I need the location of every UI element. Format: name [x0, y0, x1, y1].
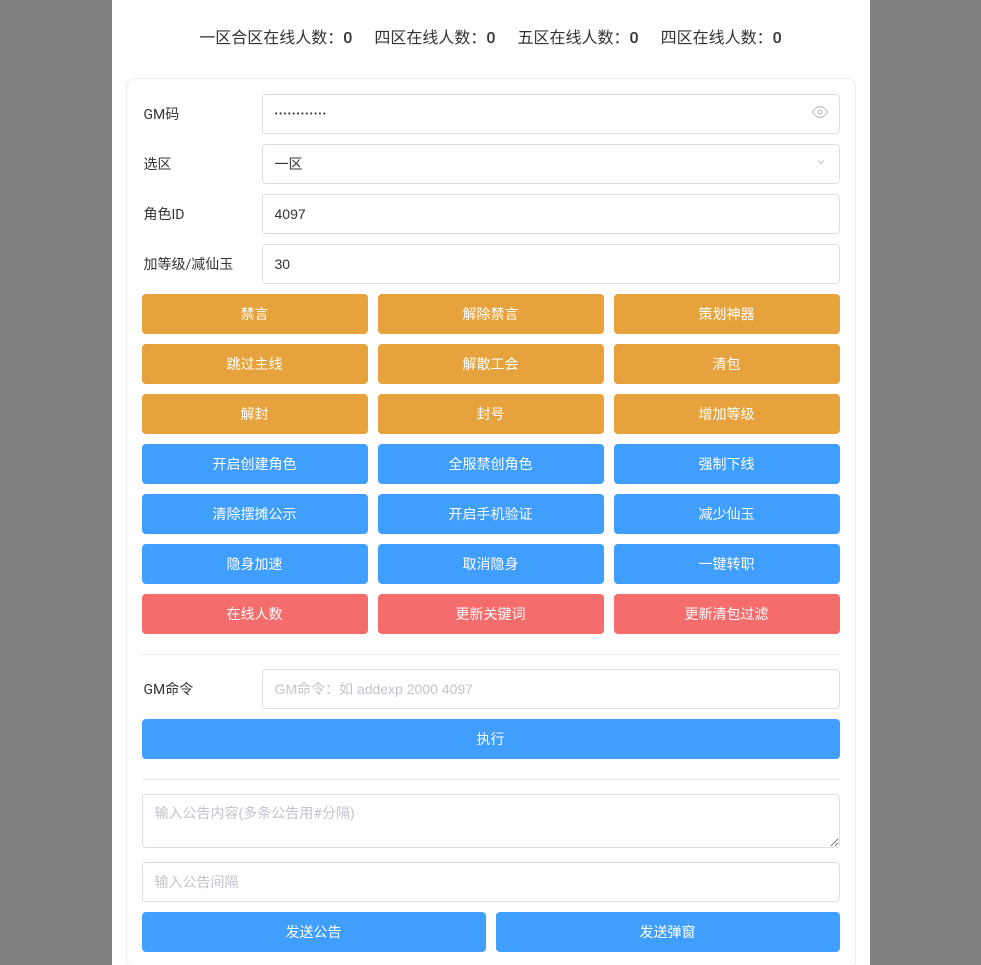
ban-button[interactable]: 封号 — [378, 394, 604, 434]
role-id-label: 角色ID — [142, 204, 262, 224]
announce-interval-input[interactable] — [142, 862, 840, 902]
announce-content-textarea[interactable] — [142, 794, 840, 848]
clear-bag-button[interactable]: 清包 — [614, 344, 840, 384]
reduce-xianyu-button[interactable]: 减少仙玉 — [614, 494, 840, 534]
gm-code-input[interactable]: •••••••••••• — [262, 94, 840, 134]
online-count-button[interactable]: 在线人数 — [142, 594, 368, 634]
main-card: GM码 •••••••••••• 选区 一区 角色ID 加等级/减仙玉 — [126, 78, 856, 965]
header-stats: 一区合区在线人数：0 四区在线人数：0 五区在线人数：0 四区在线人数：0 — [112, 0, 870, 66]
divider — [142, 654, 840, 655]
skip-main-button[interactable]: 跳过主线 — [142, 344, 368, 384]
clear-stall-button[interactable]: 清除摆摊公示 — [142, 494, 368, 534]
change-job-button[interactable]: 一键转职 — [614, 544, 840, 584]
update-clearbag-filter-button[interactable]: 更新清包过滤 — [614, 594, 840, 634]
send-popup-button[interactable]: 发送弹窗 — [496, 912, 840, 952]
plan-artifact-button[interactable]: 策划神器 — [614, 294, 840, 334]
update-keyword-button[interactable]: 更新关键词 — [378, 594, 604, 634]
level-label: 加等级/减仙玉 — [142, 254, 262, 274]
gm-command-input[interactable] — [262, 669, 840, 709]
divider-2 — [142, 779, 840, 780]
stealth-speed-button[interactable]: 隐身加速 — [142, 544, 368, 584]
execute-button[interactable]: 执行 — [142, 719, 840, 759]
role-id-input[interactable] — [262, 194, 840, 234]
enable-phone-verify-button[interactable]: 开启手机验证 — [378, 494, 604, 534]
unban-button[interactable]: 解封 — [142, 394, 368, 434]
unmute-button[interactable]: 解除禁言 — [378, 294, 604, 334]
level-input[interactable] — [262, 244, 840, 284]
cancel-stealth-button[interactable]: 取消隐身 — [378, 544, 604, 584]
mute-button[interactable]: 禁言 — [142, 294, 368, 334]
add-level-button[interactable]: 增加等级 — [614, 394, 840, 434]
gm-code-label: GM码 — [142, 104, 262, 124]
send-announce-button[interactable]: 发送公告 — [142, 912, 486, 952]
disable-create-role-button[interactable]: 全服禁创角色 — [378, 444, 604, 484]
chevron-down-icon — [815, 156, 827, 172]
enable-create-role-button[interactable]: 开启创建角色 — [142, 444, 368, 484]
disband-guild-button[interactable]: 解散工会 — [378, 344, 604, 384]
force-offline-button[interactable]: 强制下线 — [614, 444, 840, 484]
region-label: 选区 — [142, 154, 262, 174]
region-select[interactable]: 一区 — [262, 144, 840, 184]
gm-command-label: GM命令 — [142, 679, 262, 699]
